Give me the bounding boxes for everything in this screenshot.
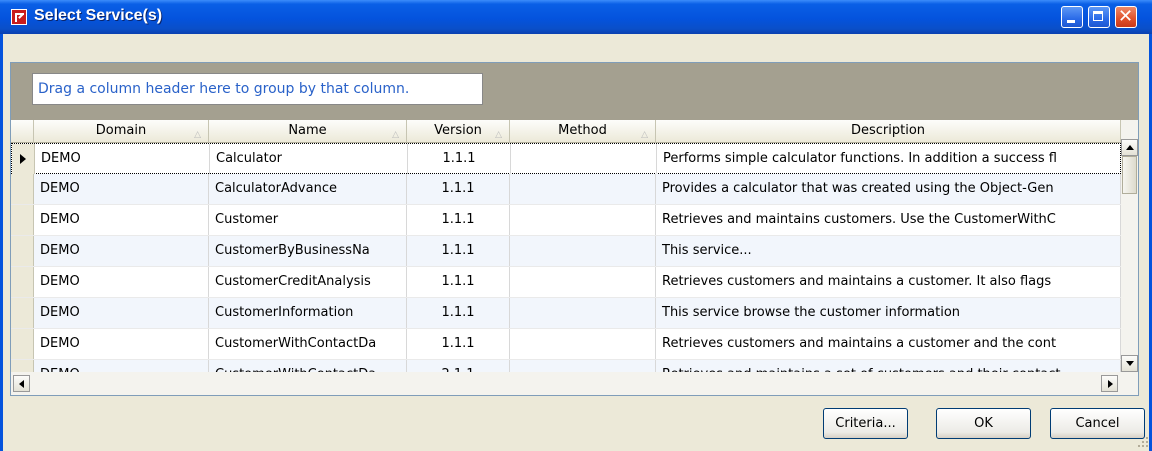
column-header-domain[interactable]: Domain △ <box>34 120 209 143</box>
row-selector[interactable] <box>11 236 34 266</box>
maximize-button[interactable] <box>1088 6 1110 28</box>
cell-description[interactable]: Provides a calculator that was created u… <box>656 174 1121 204</box>
cell-method[interactable] <box>510 329 656 359</box>
cell-name[interactable]: CustomerInformation <box>209 298 407 328</box>
cell-domain[interactable]: DEMO <box>34 174 209 204</box>
column-header-version[interactable]: Version △ <box>407 120 510 143</box>
scroll-down-button[interactable] <box>1121 355 1138 372</box>
cell-name[interactable]: CustomerCreditAnalysis <box>209 267 407 297</box>
cell-description[interactable]: This service browse the customer informa… <box>656 298 1121 328</box>
cell-domain[interactable]: DEMO <box>34 329 209 359</box>
cell-method[interactable] <box>510 174 656 204</box>
column-header-name[interactable]: Name △ <box>209 120 407 143</box>
arrow-up-icon <box>1126 145 1134 150</box>
cell-name[interactable]: Calculator <box>210 144 408 174</box>
vertical-scrollbar[interactable] <box>1121 120 1138 395</box>
maximize-icon <box>1093 11 1103 21</box>
row-selector[interactable] <box>11 267 34 297</box>
cell-name[interactable]: CustomerByBusinessNa <box>209 236 407 266</box>
horizontal-scrollbar[interactable] <box>11 372 1121 395</box>
close-button[interactable]: ✕ <box>1115 6 1137 28</box>
resize-grip-icon[interactable] <box>1138 437 1148 447</box>
row-selector[interactable] <box>11 298 34 328</box>
row-selector[interactable] <box>12 144 35 174</box>
minimize-icon <box>1067 20 1075 23</box>
criteria-button[interactable]: Criteria... <box>823 408 908 439</box>
row-selector[interactable] <box>11 174 34 204</box>
cell-version[interactable]: 1.1.1 <box>407 267 510 297</box>
cell-version[interactable]: 1.1.1 <box>407 174 510 204</box>
cell-name[interactable]: CalculatorAdvance <box>209 174 407 204</box>
column-header-method[interactable]: Method △ <box>510 120 656 143</box>
cell-name[interactable]: CustomerWithContactDa <box>209 329 407 359</box>
column-header-label: Version <box>434 123 482 138</box>
minimize-button[interactable] <box>1061 6 1083 28</box>
row-selector[interactable] <box>11 205 34 235</box>
title-bar[interactable]: Select Service(s) ✕ <box>0 0 1152 34</box>
cancel-button[interactable]: Cancel <box>1050 408 1145 439</box>
cell-method[interactable] <box>510 205 656 235</box>
table-row[interactable]: DEMO CalculatorAdvance 1.1.1 Provides a … <box>11 174 1121 205</box>
scroll-up-button[interactable] <box>1121 139 1138 156</box>
cell-version[interactable]: 1.1.1 <box>407 205 510 235</box>
cell-description[interactable]: Retrieves customers and maintains a cust… <box>656 329 1121 359</box>
column-header-label: Method <box>558 123 607 138</box>
arrow-left-icon <box>19 380 24 388</box>
column-header-label: Name <box>288 123 327 138</box>
column-header-description[interactable]: Description <box>656 120 1121 143</box>
current-row-pointer-icon <box>20 154 26 164</box>
table-row[interactable]: DEMO CustomerCreditAnalysis 1.1.1 Retrie… <box>11 267 1121 298</box>
close-icon: ✕ <box>1118 6 1134 27</box>
cell-method[interactable] <box>511 144 657 174</box>
window-title: Select Service(s) <box>34 7 163 24</box>
scroll-left-button[interactable] <box>13 375 30 392</box>
table-row[interactable]: DEMO CustomerWithContactDa 1.1.1 Retriev… <box>11 329 1121 360</box>
cell-version[interactable]: 1.1.1 <box>407 236 510 266</box>
cell-domain[interactable]: DEMO <box>34 267 209 297</box>
table-row[interactable]: DEMO CustomerInformation 1.1.1 This serv… <box>11 298 1121 329</box>
cell-description[interactable]: Retrieves and maintains customers. Use t… <box>656 205 1121 235</box>
cell-domain[interactable]: DEMO <box>34 236 209 266</box>
cell-method[interactable] <box>510 298 656 328</box>
row-selector[interactable] <box>11 329 34 359</box>
select-services-dialog: Select Service(s) ✕ Drag a column header… <box>0 0 1152 451</box>
scroll-right-button[interactable] <box>1101 375 1118 392</box>
cell-version[interactable]: 1.1.1 <box>408 144 511 174</box>
ok-button[interactable]: OK <box>936 408 1031 439</box>
cell-domain[interactable]: DEMO <box>35 144 210 174</box>
app-icon <box>11 9 27 25</box>
row-selector-header <box>11 120 34 143</box>
cell-description[interactable]: This service... <box>656 236 1121 266</box>
table-row[interactable]: DEMO Calculator 1.1.1 Performs simple ca… <box>11 143 1122 174</box>
cell-version[interactable]: 1.1.1 <box>407 298 510 328</box>
cell-domain[interactable]: DEMO <box>34 298 209 328</box>
cell-domain[interactable]: DEMO <box>34 205 209 235</box>
cell-description[interactable]: Performs simple calculator functions. In… <box>657 144 1122 174</box>
services-grid: Drag a column header here to group by th… <box>10 62 1139 396</box>
cell-version[interactable]: 1.1.1 <box>407 329 510 359</box>
cell-method[interactable] <box>510 236 656 266</box>
column-header-label: Description <box>850 123 926 138</box>
arrow-right-icon <box>1108 380 1113 388</box>
cell-method[interactable] <box>510 267 656 297</box>
table-row[interactable]: DEMO CustomerByBusinessNa 1.1.1 This ser… <box>11 236 1121 267</box>
vertical-scroll-thumb[interactable] <box>1122 156 1137 194</box>
grid-header: Domain △ Name △ Version △ Method △ Descr… <box>11 120 1121 143</box>
column-header-label: Domain <box>95 123 147 138</box>
cell-name[interactable]: Customer <box>209 205 407 235</box>
table-row[interactable]: DEMO Customer 1.1.1 Retrieves and mainta… <box>11 205 1121 236</box>
cell-description[interactable]: Retrieves customers and maintains a cust… <box>656 267 1121 297</box>
group-by-panel[interactable]: Drag a column header here to group by th… <box>32 73 483 105</box>
arrow-down-icon <box>1126 361 1134 366</box>
